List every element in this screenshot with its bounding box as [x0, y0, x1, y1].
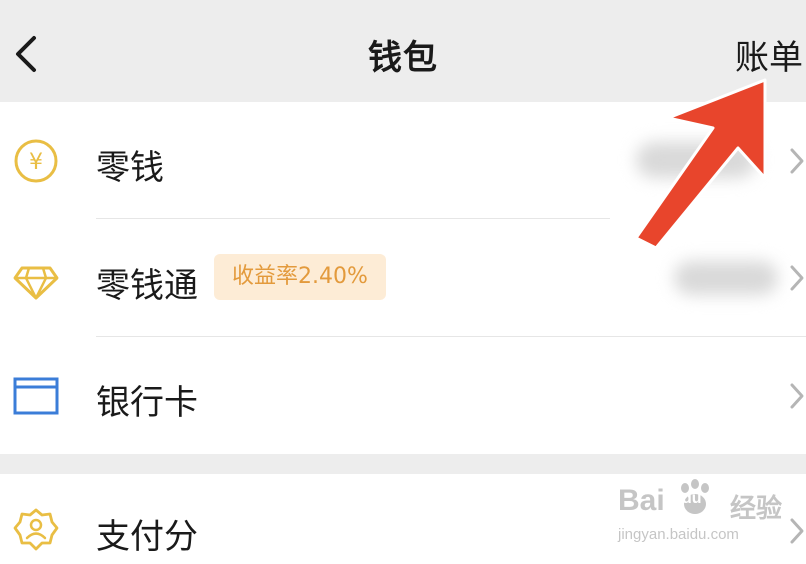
- blurred-balance: [636, 142, 756, 178]
- watermark-url: jingyan.baidu.com: [618, 526, 739, 543]
- chevron-right-icon: [790, 148, 804, 174]
- navbar: 钱包 账单: [0, 0, 806, 102]
- wallet-menu-group: ¥ 零钱 零钱通 收益率2.40% 银行卡: [0, 102, 806, 454]
- yuan-coin-icon: ¥: [14, 139, 58, 183]
- menu-item-label: 零钱: [96, 148, 164, 188]
- watermark-logo: Bai: [618, 484, 665, 517]
- page-title: 钱包: [368, 38, 438, 78]
- menu-item-label: 银行卡: [96, 383, 198, 423]
- svg-text:¥: ¥: [29, 150, 43, 175]
- menu-item-label: 零钱通: [96, 266, 198, 306]
- watermark-logo-du: du: [682, 490, 702, 507]
- bank-card-icon: [13, 377, 59, 415]
- menu-item-bank-card[interactable]: 银行卡: [0, 337, 806, 454]
- blurred-balance: [674, 261, 778, 295]
- menu-item-lqt[interactable]: 零钱通: [0, 219, 806, 336]
- menu-item-change[interactable]: ¥ 零钱: [0, 102, 806, 219]
- chevron-right-icon: [790, 383, 804, 409]
- baidu-jingyan-watermark: Bai du 经验 jingyan.baidu.com: [618, 478, 800, 548]
- chevron-right-icon: [790, 265, 804, 291]
- menu-item-label: 支付分: [96, 517, 198, 557]
- yield-badge: 收益率2.40%: [214, 254, 386, 300]
- pay-score-icon: [13, 508, 59, 551]
- watermark-brand: 经验: [730, 494, 783, 524]
- bill-button[interactable]: 账单: [735, 30, 803, 79]
- diamond-icon: [13, 266, 59, 300]
